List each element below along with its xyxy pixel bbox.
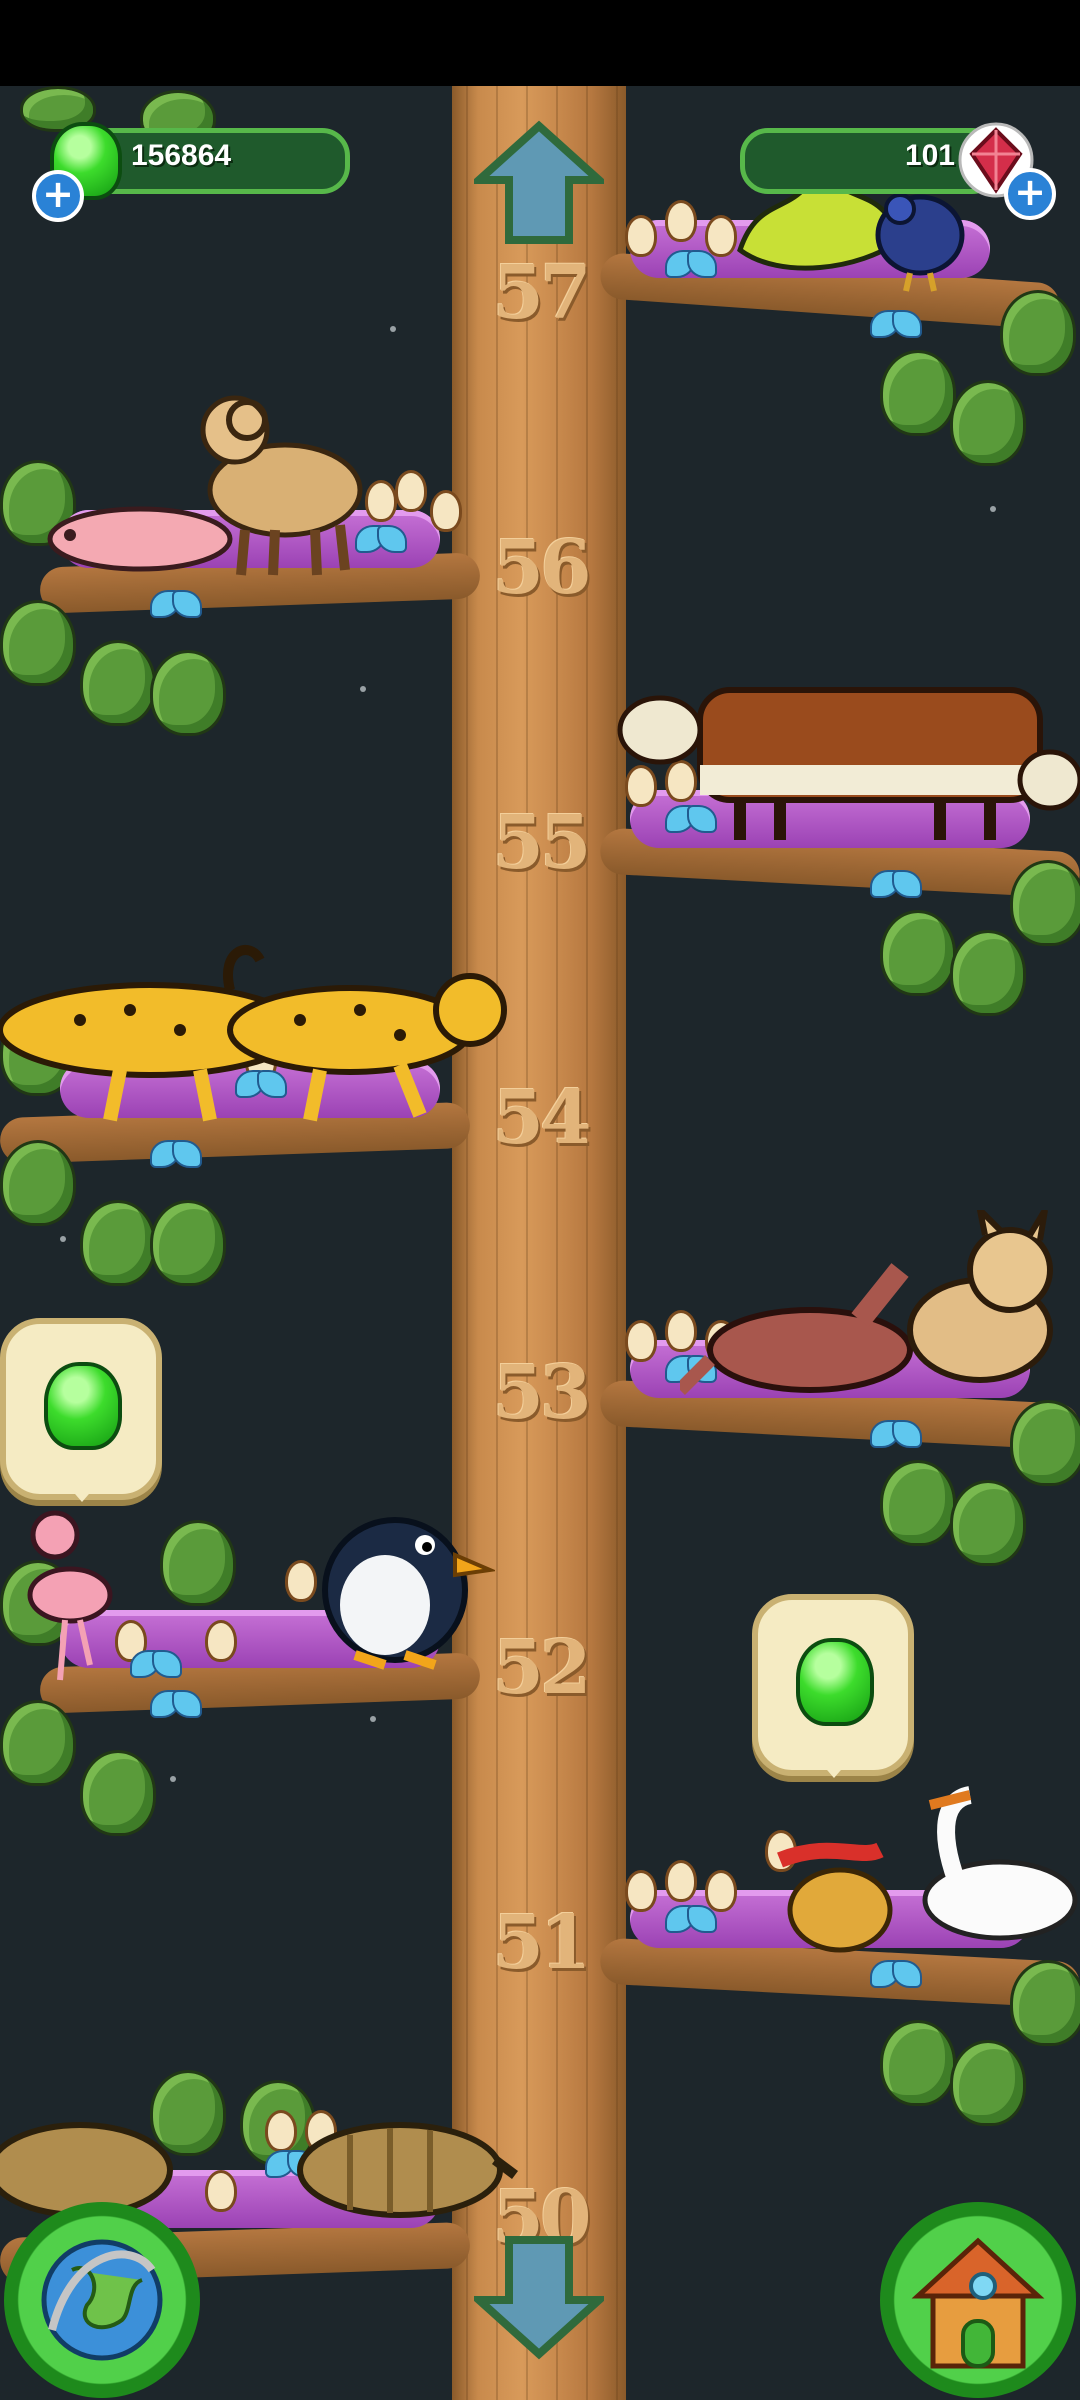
butterfly-icon [150, 1690, 202, 1718]
up-arrow-icon[interactable] [474, 118, 604, 248]
globe-button[interactable] [4, 2202, 200, 2398]
status-bar [0, 0, 1080, 86]
level-57-label: 57 [492, 250, 592, 336]
lynx-icon[interactable] [900, 1210, 1070, 1410]
butterfly-icon [150, 590, 202, 618]
butterfly-icon [130, 1650, 182, 1678]
green-gem-icon [44, 1362, 122, 1450]
level-51-label: 51 [492, 1900, 592, 1986]
butterfly-icon [870, 1960, 922, 1988]
add-gems-button[interactable]: + [32, 170, 84, 222]
penguin-icon[interactable] [315, 1500, 495, 1670]
butterfly-icon [150, 1140, 202, 1168]
house-button[interactable] [880, 2202, 1076, 2398]
gems-value: 156864 [131, 139, 232, 172]
rubies-value: 101 [904, 139, 955, 172]
green-gem-icon [796, 1638, 874, 1726]
butterfly-icon [665, 1905, 717, 1933]
level-55-label: 55 [492, 800, 592, 886]
level-53-label: 53 [492, 1350, 592, 1436]
gem-reward-bubble[interactable] [752, 1594, 914, 1778]
level-56-label: 56 [492, 525, 592, 611]
butterfly-icon [870, 1420, 922, 1448]
down-arrow-icon[interactable] [474, 2232, 604, 2362]
tree-trunk [452, 86, 626, 2400]
butterfly-icon [870, 870, 922, 898]
butterfly-icon [870, 310, 922, 338]
cheetah-icon[interactable] [0, 930, 510, 1130]
ram-camel-icon[interactable] [175, 380, 375, 580]
swan-icon[interactable] [910, 1780, 1080, 1960]
armadillo-icon[interactable] [0, 2100, 520, 2220]
gem-reward-bubble[interactable] [0, 1318, 162, 1502]
butterfly-icon [665, 250, 717, 278]
cow-icon[interactable] [610, 670, 1080, 850]
globe-icon [41, 2239, 163, 2361]
add-rubies-button[interactable]: + [1004, 168, 1056, 220]
rabbit-icon[interactable] [770, 1830, 910, 1960]
house-icon [911, 2237, 1045, 2369]
flamingo-icon[interactable] [15, 1505, 125, 1685]
